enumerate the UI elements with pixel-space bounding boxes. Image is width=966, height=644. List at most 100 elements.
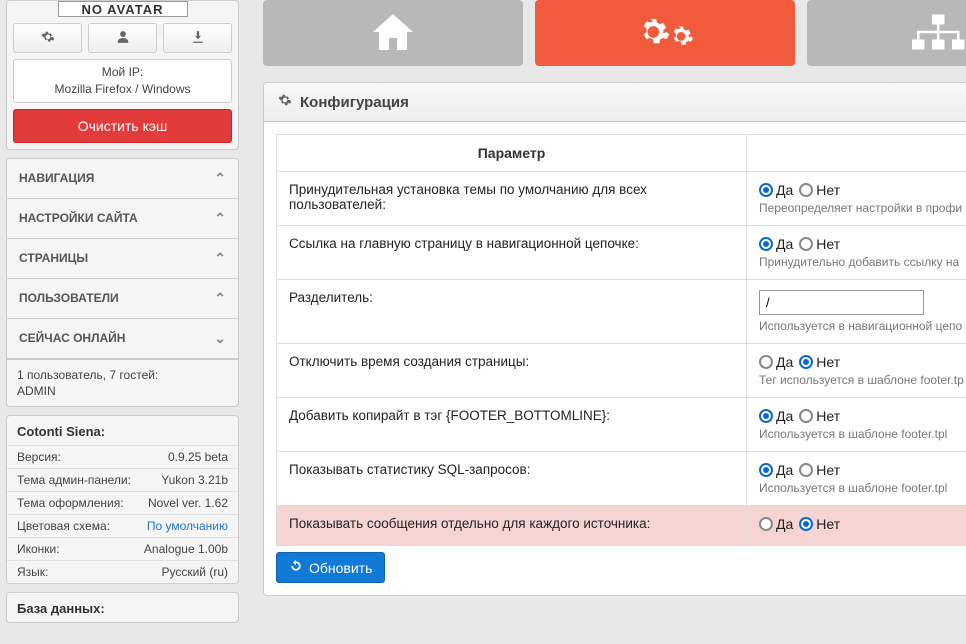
radio-dot [759, 409, 773, 423]
accordion-item[interactable]: НАВИГАЦИЯ ⌃ [7, 159, 238, 199]
param-row: Ссылка на главную страницу в навигационн… [277, 226, 966, 280]
db-panel: База данных: [6, 592, 239, 623]
radio-option-yes[interactable]: Да [759, 462, 793, 478]
meta-row: Версия:0.9.25 beta [7, 445, 238, 468]
home-icon [365, 8, 421, 59]
radio-option-no[interactable]: Нет [799, 408, 840, 424]
exit-icon [191, 30, 205, 47]
meta-key: Иконки: [17, 542, 60, 556]
radio-dot [759, 183, 773, 197]
accordion-item[interactable]: НАСТРОЙКИ САЙТА⌃ [7, 199, 238, 239]
radio-dot [799, 517, 813, 531]
param-label: Разделитель: [277, 280, 747, 344]
param-hint: Используется в шаблоне footer.tpl [759, 481, 966, 495]
accordion-label: СЕЙЧАС ОНЛАЙН [19, 331, 125, 345]
param-row: Отключить время создания страницы: Да Нет Т… [277, 344, 966, 398]
param-value: Да Нет Используется в шаблоне footer.tpl [747, 452, 966, 506]
chevron-up-icon: ⌃ [214, 250, 226, 267]
chevron-up-icon: ⌃ [214, 170, 226, 187]
system-info-title: Cotonti Siena: [7, 416, 238, 445]
gear-icon [41, 30, 55, 47]
radio-option-no[interactable]: Нет [799, 354, 840, 370]
meta-value: Yukon 3.21b [161, 473, 228, 487]
config-title: Конфигурация [300, 94, 409, 111]
param-hint: Тег используется в шаблоне footer.tp [759, 373, 966, 387]
radio-option-no[interactable]: Нет [799, 462, 840, 478]
meta-row: Тема админ-панели: Yukon 3.21b [7, 468, 238, 491]
radio-option-no[interactable]: Нет [799, 516, 840, 532]
params-table: Параметр Принудительная установка темы п… [276, 134, 966, 546]
param-label: Показывать сообщения отдельно для каждог… [277, 506, 747, 546]
accordion-item[interactable]: СЕЙЧАС ОНЛАЙН ⌄ [7, 319, 238, 359]
update-label: Обновить [309, 560, 372, 576]
accordion-label: СТРАНИЦЫ [19, 251, 88, 265]
radio-option-yes[interactable]: Да [759, 236, 793, 252]
accordion-item[interactable]: СТРАНИЦЫ ⌃ [7, 239, 238, 279]
update-button[interactable]: Обновить [276, 552, 385, 583]
param-row: Добавить копирайт в тэг {FOOTER_BOTTOMLI… [277, 398, 966, 452]
accordion-label: НАВИГАЦИЯ [19, 171, 94, 185]
radio-label: Да [776, 182, 793, 198]
param-hint: Принудительно добавить ссылку на [759, 255, 966, 269]
refresh-icon [289, 559, 303, 576]
param-value: Да Нет Принудительно добавить ссылку на [747, 226, 966, 280]
radio-dot [799, 237, 813, 251]
param-label: Отключить время создания страницы: [277, 344, 747, 398]
radio-dot [759, 517, 773, 531]
radio-dot [799, 183, 813, 197]
meta-key: Язык: [17, 565, 48, 579]
settings-button[interactable] [13, 23, 82, 53]
accordion: НАВИГАЦИЯ⌃НАСТРОЙКИ САЙТА⌃СТРАНИЦЫ⌃ПОЛЬЗ… [6, 158, 239, 407]
meta-value[interactable]: По умолчанию [147, 519, 228, 533]
radio-option-yes[interactable]: Да [759, 354, 793, 370]
radio-option-yes[interactable]: Да [759, 408, 793, 424]
accordion-label: НАСТРОЙКИ САЙТА [19, 211, 138, 225]
meta-key: Тема админ-панели: [17, 473, 131, 487]
param-value: Используется в навигационной цепо [747, 280, 966, 344]
meta-row: Тема оформления:Novel ver. 1.62 [7, 491, 238, 514]
tile-config[interactable] [535, 0, 795, 66]
accordion-label: ПОЛЬЗОВАТЕЛИ [19, 291, 119, 305]
ip-label: Мой IP: [20, 64, 225, 81]
clear-cache-button[interactable]: Очистить кэш [13, 109, 232, 143]
param-hint: Переопределяет настройки в профи [759, 201, 966, 215]
tile-home[interactable] [263, 0, 523, 66]
param-row: Показывать сообщения отдельно для каждог… [277, 506, 966, 546]
param-label: Добавить копирайт в тэг {FOOTER_BOTTOMLI… [277, 398, 747, 452]
radio-label: Нет [816, 408, 840, 424]
profile-button[interactable] [88, 23, 157, 53]
logout-button[interactable] [163, 23, 232, 53]
separator-input[interactable] [759, 290, 924, 315]
param-label: Принудительная установка темы по умолчан… [277, 172, 747, 226]
radio-label: Да [776, 462, 793, 478]
accordion-item[interactable]: ПОЛЬЗОВАТЕЛИ ⌃ [7, 279, 238, 319]
radio-dot [759, 355, 773, 369]
meta-value: Русский (ru) [161, 565, 228, 579]
param-row: Разделитель: Используется в навигационной… [277, 280, 966, 344]
param-value: Да Нет Переопределяет настройки в профи [747, 172, 966, 226]
radio-label: Нет [816, 516, 840, 532]
meta-value: Novel ver. 1.62 [148, 496, 228, 510]
radio-option-no[interactable]: Нет [799, 236, 840, 252]
param-header: Параметр [277, 135, 747, 172]
param-hint: Используется в навигационной цепо [759, 319, 966, 333]
radio-label: Да [776, 408, 793, 424]
chevron-up-icon: ⌃ [214, 290, 226, 307]
radio-option-yes[interactable]: Да [759, 516, 793, 532]
tile-structure[interactable] [807, 0, 966, 66]
radio-label: Нет [816, 236, 840, 252]
online-box: 1 пользователь, 7 гостей:ADMIN [7, 359, 238, 406]
user-agent: Mozilla Firefox / Windows [20, 81, 225, 98]
gear-icon [278, 93, 292, 111]
param-value: ДаНетИспользуется в шаблоне footer.tpl [747, 398, 966, 452]
radio-label: Нет [816, 354, 840, 370]
radio-dot [799, 355, 813, 369]
chevron-down-icon: ⌄ [214, 330, 226, 347]
radio-label: Да [776, 236, 793, 252]
db-title: База данных: [7, 593, 238, 622]
radio-option-yes[interactable]: Да [759, 182, 793, 198]
meta-value: 0.9.25 beta [168, 450, 228, 464]
avatar-placeholder: NO AVATAR [58, 1, 188, 17]
radio-option-no[interactable]: Нет [799, 182, 840, 198]
param-row: Принудительная установка темы по умолчан… [277, 172, 966, 226]
